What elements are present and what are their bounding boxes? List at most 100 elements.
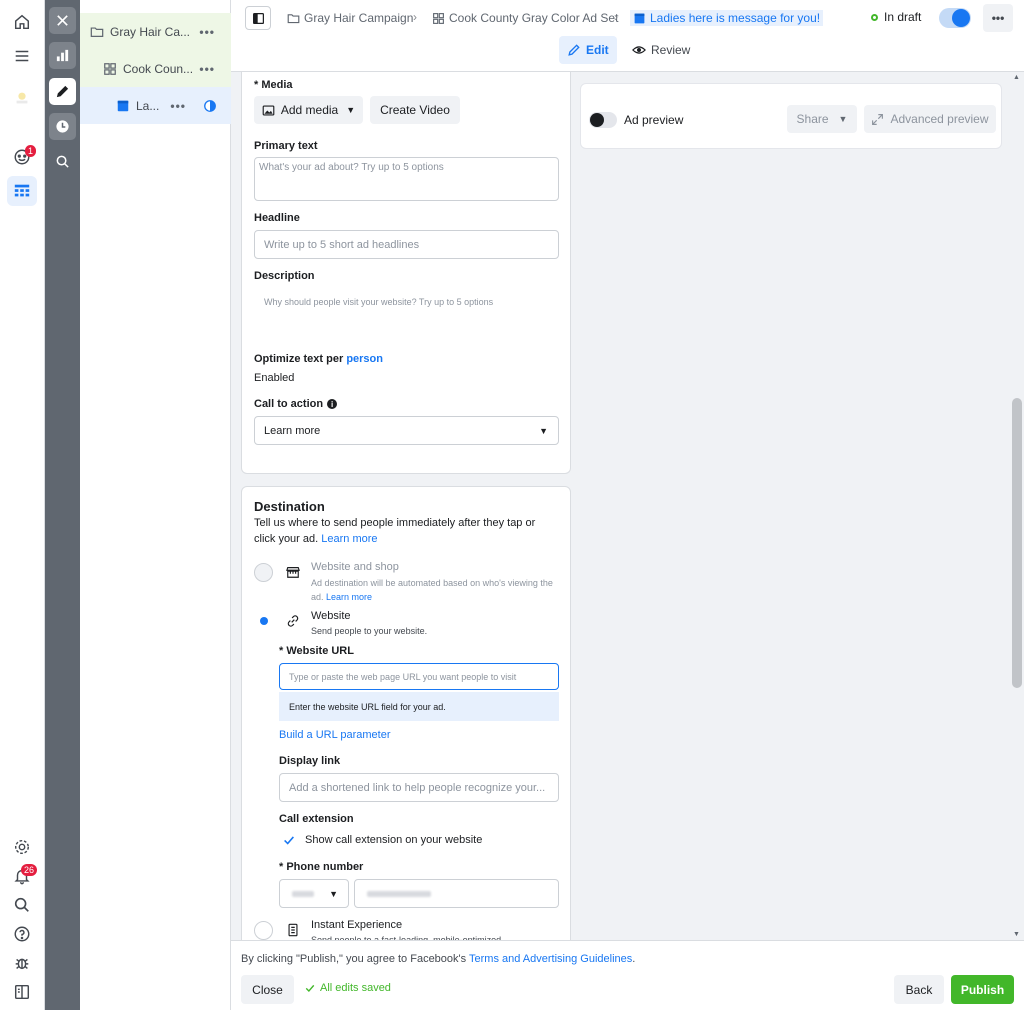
editor-header: Gray Hair Campaign › Cook County Gray Co… (231, 0, 1024, 72)
back-button[interactable]: Back (894, 975, 944, 1004)
tree-item-ad[interactable]: La... ••• (80, 87, 231, 124)
cta-select[interactable]: Learn more ▼ (254, 416, 559, 445)
tab-review-label: Review (651, 43, 691, 57)
cta-label: Call to action (254, 398, 324, 410)
more-options-button[interactable]: ••• (983, 4, 1013, 32)
headline-field[interactable]: Write up to 5 short ad headlines (254, 230, 559, 259)
media-label: * Media (254, 79, 293, 91)
phone-number-input[interactable] (354, 879, 559, 908)
radio-website[interactable] (256, 613, 272, 629)
campaign-more-icon[interactable]: ••• (199, 25, 215, 39)
terms-guidelines-link[interactable]: Terms and Advertising Guidelines (469, 953, 632, 965)
checkbox-checked-icon[interactable] (282, 833, 296, 847)
search-icon[interactable] (11, 894, 33, 916)
chat-badge: 1 (25, 145, 37, 157)
breadcrumb-adset[interactable]: Cook County Gray Color Ad Set (432, 10, 618, 26)
description-label: Description (254, 270, 315, 282)
publish-notice-suffix: . (632, 953, 636, 965)
website-url-input[interactable]: Type or paste the web page URL you want … (279, 663, 559, 690)
grid-icon (104, 62, 116, 75)
editor-scrollbar[interactable]: ▲ ▼ (1010, 72, 1024, 940)
ad-on-off-toggle[interactable] (939, 8, 971, 28)
cta-value: Learn more (264, 424, 321, 437)
ad-more-icon[interactable]: ••• (170, 99, 186, 113)
inspect-button[interactable] (49, 148, 76, 175)
phone-country-select[interactable]: ▼ (279, 879, 349, 908)
close-button[interactable]: Close (241, 975, 294, 1004)
scroll-down-icon[interactable]: ▼ (1013, 931, 1020, 938)
ad-preview-panel: Ad preview Share ▼ Advanced preview (580, 83, 1002, 149)
create-video-button[interactable]: Create Video (370, 96, 460, 124)
help-icon[interactable] (11, 923, 33, 945)
history-button[interactable] (49, 113, 76, 140)
folder-icon (287, 13, 300, 23)
ad-preview-toggle[interactable] (589, 112, 617, 128)
tree-ad-label: La... (136, 98, 160, 113)
tree-item-campaign[interactable]: Gray Hair Ca... ••• (80, 13, 231, 50)
campaign-tree-panel: Gray Hair Ca... ••• Cook Coun... ••• La.… (80, 0, 231, 1010)
close-editor-button[interactable] (49, 7, 76, 34)
report-bug-icon[interactable] (11, 952, 33, 974)
checkmark-icon (305, 984, 315, 992)
settings-gear-icon[interactable] (11, 836, 33, 858)
scrollbar-thumb[interactable] (1012, 398, 1022, 688)
home-icon[interactable] (11, 11, 33, 33)
cta-label-wrap: Call to action i (254, 398, 338, 410)
eye-icon (632, 46, 646, 54)
advanced-preview-button[interactable]: Advanced preview (864, 105, 996, 133)
destination-learn-more-link[interactable]: Learn more (321, 533, 377, 545)
grid-icon (433, 12, 444, 24)
performance-button[interactable] (49, 42, 76, 69)
breadcrumb-ad[interactable]: Ladies here is message for you! (630, 10, 824, 26)
breadcrumb-campaign-label: Gray Hair Campaign (304, 11, 414, 25)
tab-edit-label: Edit (586, 43, 609, 57)
ad-preview-label: Ad preview (624, 113, 684, 127)
tree-campaign-label: Gray Hair Ca... (110, 24, 191, 39)
primary-text-field[interactable]: What's your ad about? Try up to 5 option… (254, 157, 559, 201)
headline-label: Headline (254, 212, 300, 224)
breadcrumb-campaign[interactable]: Gray Hair Campaign (287, 10, 413, 26)
destination-desc-text: Tell us where to send people immediately… (254, 517, 536, 545)
publish-button[interactable]: Publish (951, 975, 1014, 1004)
tree-item-adset[interactable]: Cook Coun... ••• (80, 50, 231, 87)
description-field[interactable]: Why should people visit your website? Tr… (254, 287, 559, 339)
info-icon[interactable]: i (327, 399, 338, 409)
optimize-text-prefix: Optimize text per (254, 353, 344, 365)
scroll-up-icon[interactable]: ▲ (1013, 74, 1020, 81)
website-desc: Send people to your website. (311, 626, 428, 636)
add-media-button[interactable]: Add media ▼ (254, 96, 363, 124)
optimize-person-link[interactable]: person (346, 353, 383, 365)
website-url-hint: Enter the website URL field for your ad. (279, 692, 559, 721)
destination-description: Tell us where to send people immediately… (254, 515, 554, 547)
radio-website-and-shop[interactable] (254, 563, 273, 582)
share-label: Share (796, 112, 829, 126)
ad-creative-section: * Media Add media ▼ Create Video Primary… (241, 72, 571, 474)
tab-edit[interactable]: Edit (559, 36, 617, 64)
instant-experience-icon (288, 923, 298, 937)
panel-layout-icon[interactable] (11, 981, 33, 1003)
edit-button[interactable] (49, 78, 76, 105)
shop-learn-more-link[interactable]: Learn more (326, 592, 372, 602)
display-link-input[interactable]: Add a shortened link to help people reco… (279, 773, 559, 802)
share-button[interactable]: Share ▼ (787, 105, 857, 133)
pencil-icon (56, 85, 69, 98)
account-avatar-icon[interactable] (11, 87, 33, 109)
phone-number-label: * Phone number (279, 861, 364, 873)
ads-manager-table-icon[interactable] (7, 176, 37, 206)
optimize-text-value: Enabled (254, 372, 295, 384)
radio-instant-experience[interactable] (254, 921, 273, 940)
status-dot-icon (871, 13, 878, 21)
sidebar-toggle-icon (252, 12, 264, 24)
display-link-label: Display link (279, 755, 341, 767)
editor-tool-strip (45, 0, 80, 1010)
adset-more-icon[interactable]: ••• (199, 62, 215, 76)
image-icon (262, 104, 275, 116)
editor-footer: By clicking "Publish," you agree to Face… (231, 940, 1024, 1010)
publish-notice-prefix: By clicking "Publish," you agree to Face… (241, 953, 467, 965)
tab-review[interactable]: Review (624, 36, 698, 64)
ad-icon (634, 13, 645, 23)
menu-icon[interactable] (11, 45, 33, 67)
half-circle-status-icon (204, 99, 216, 112)
build-url-parameter-link[interactable]: Build a URL parameter (279, 729, 390, 741)
toggle-tree-button[interactable] (245, 6, 271, 30)
